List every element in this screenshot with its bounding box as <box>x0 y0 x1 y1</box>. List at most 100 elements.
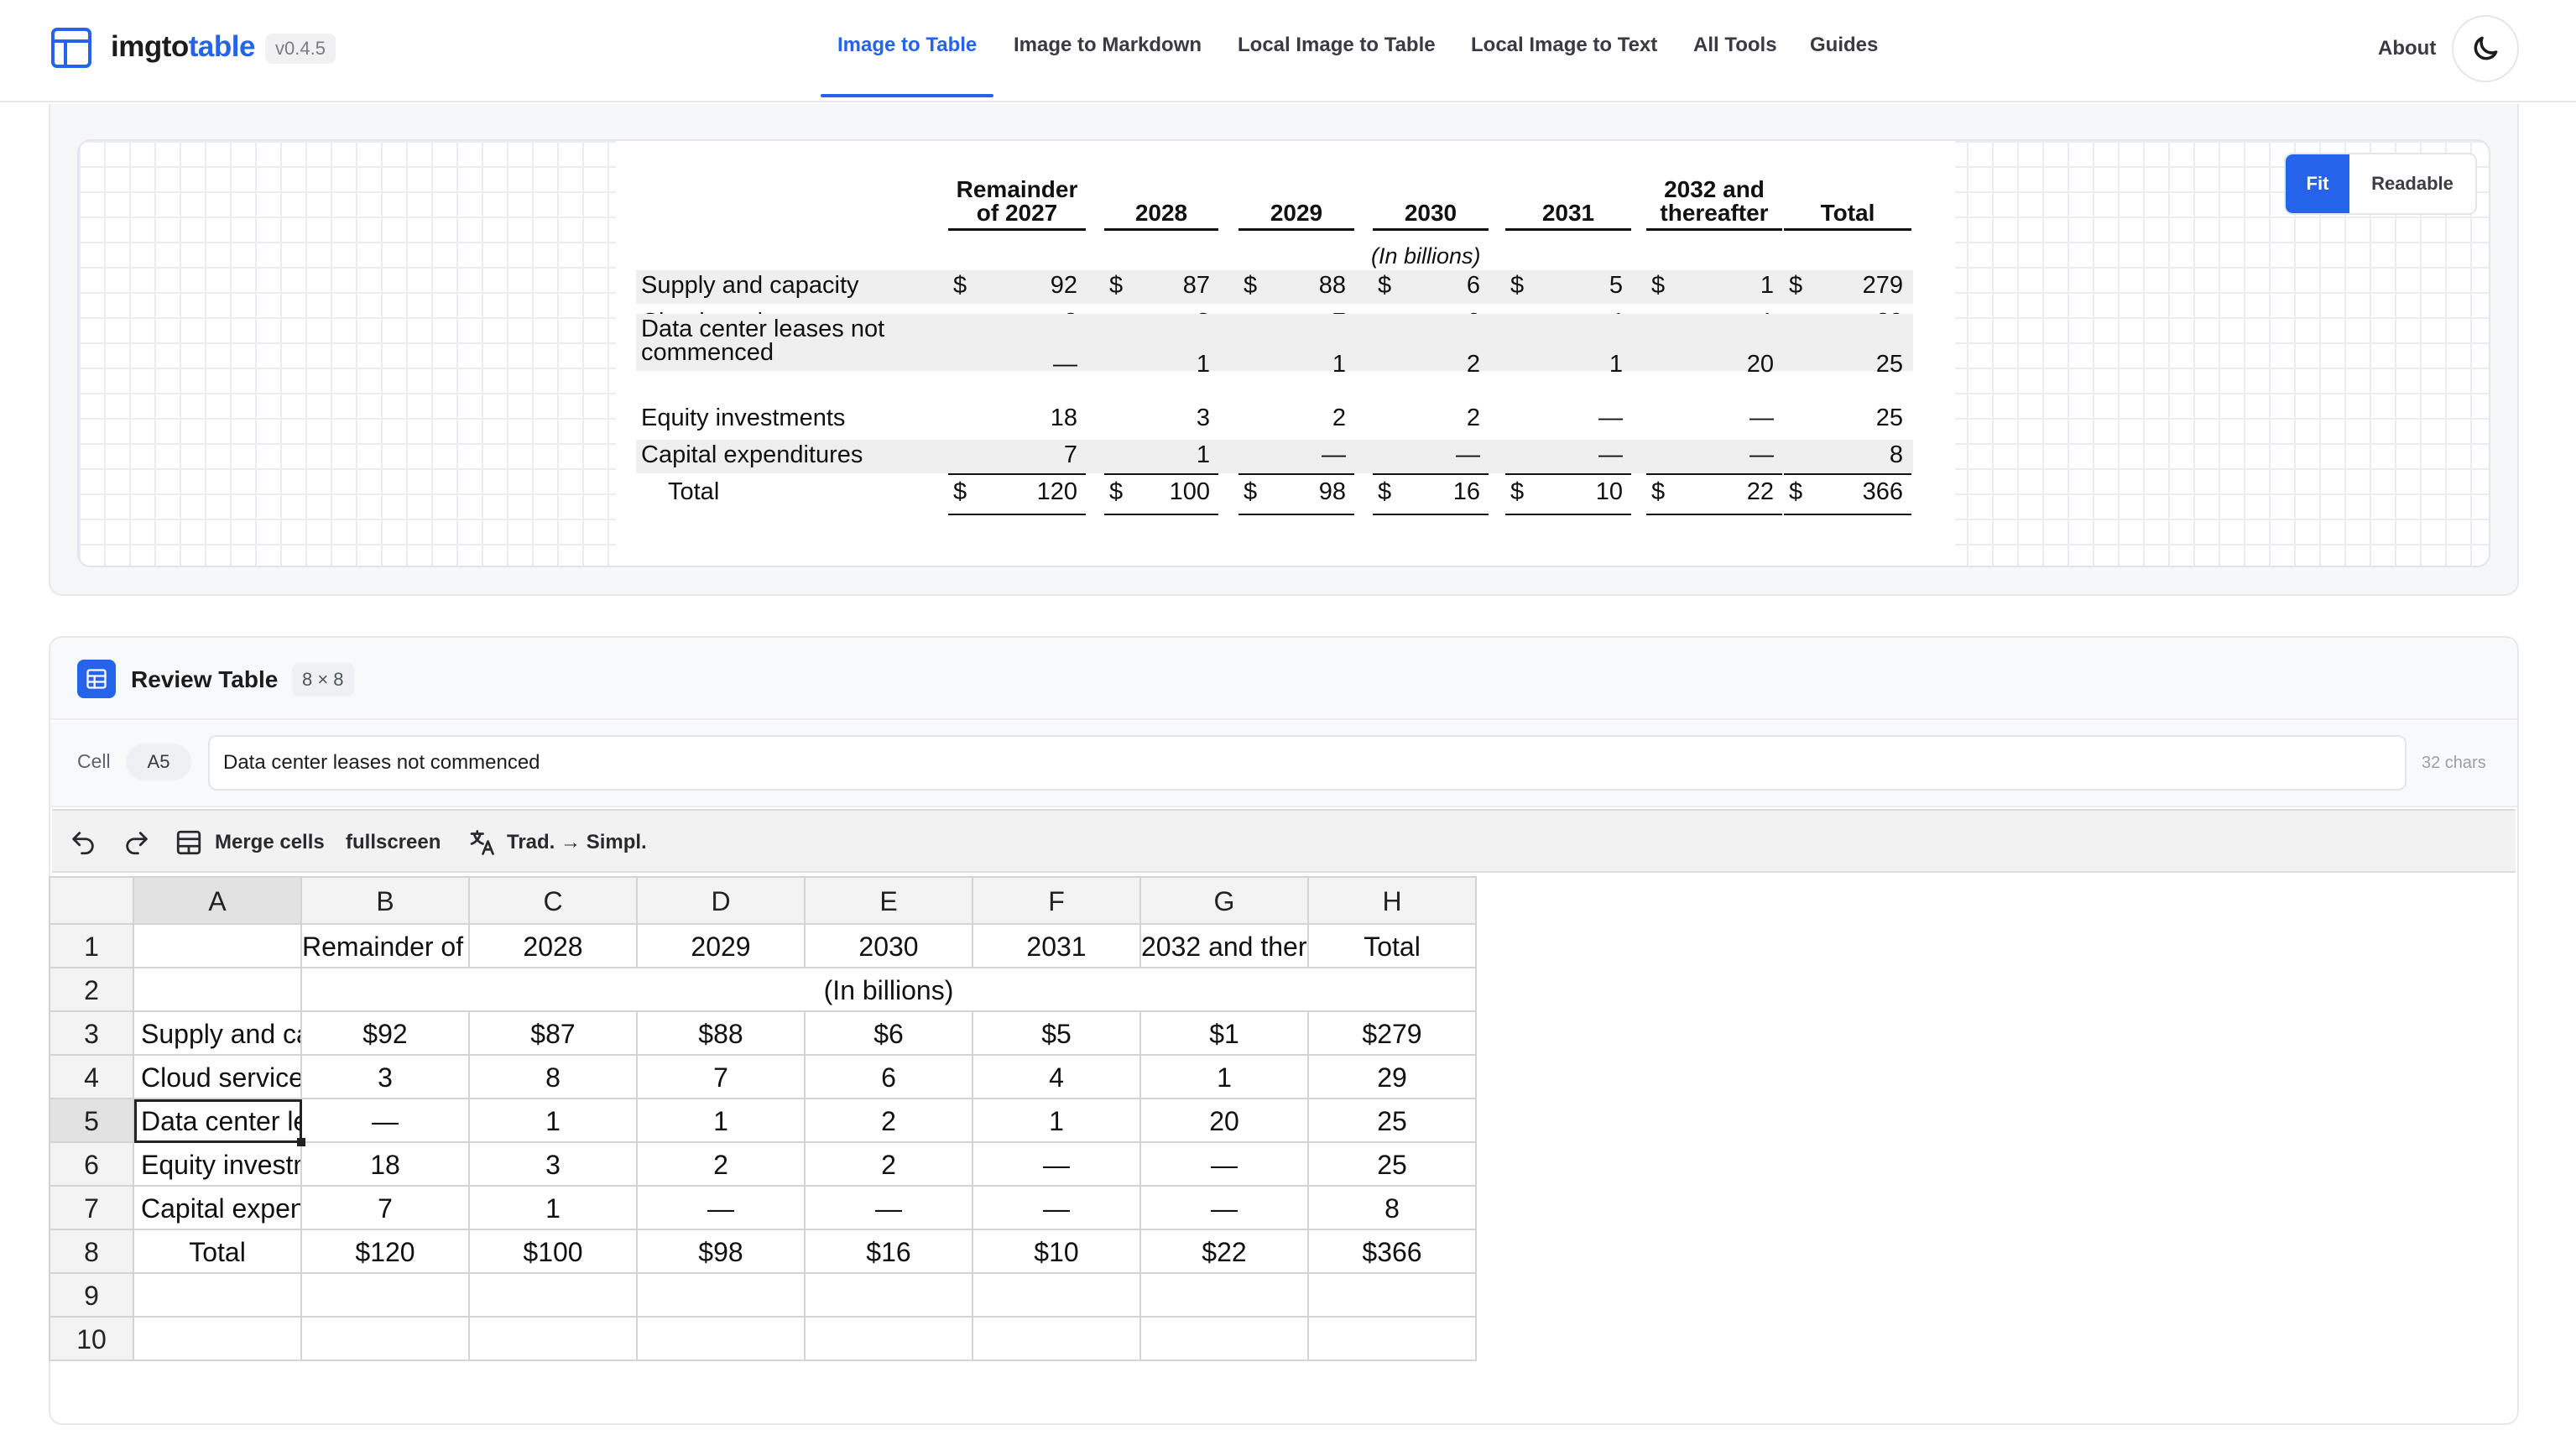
source-cell-value: 3 <box>1196 404 1210 431</box>
source-total-rule <box>1505 473 1631 475</box>
source-row-label: Data center leases not <box>641 316 885 342</box>
redo-button[interactable] <box>123 826 151 859</box>
source-total-rule <box>1505 514 1631 515</box>
source-cell-value: 25 <box>1875 351 1903 378</box>
table-size-badge: 8 × 8 <box>292 663 354 697</box>
source-total-rule <box>1104 514 1218 515</box>
source-total-rule <box>948 473 1086 475</box>
source-header-rule <box>948 228 1086 231</box>
nav-image-to-table[interactable]: Image to Table <box>837 34 977 57</box>
source-table-image: Remainder of 2027 2028 2029 2030 2031 2032 and… <box>616 141 1955 566</box>
source-cell-value: 22 <box>1746 478 1774 505</box>
cell-value-input[interactable]: Data center leases not commenced <box>208 735 2407 791</box>
trad-to-simpl-label: Trad. → Simpl. <box>507 831 647 853</box>
source-total-rule <box>1646 473 1782 475</box>
moon-icon <box>2474 36 2498 60</box>
fullscreen-label: fullscreen <box>346 831 441 853</box>
source-col-header: thereafter <box>1660 200 1769 226</box>
nav-local-image-to-text[interactable]: Local Image to Text <box>1471 34 1657 57</box>
undo-icon <box>72 832 94 855</box>
source-col-header: Total <box>1820 200 1875 226</box>
translate-icon <box>470 830 494 855</box>
source-header-rule <box>1104 228 1218 231</box>
fill-handle[interactable] <box>297 1138 305 1146</box>
source-dollar-sign: $ <box>1244 478 1258 505</box>
nav-all-tools[interactable]: All Tools <box>1693 34 1777 57</box>
source-dollar-sign: $ <box>1651 478 1666 505</box>
source-row-label: Equity investments <box>641 404 846 431</box>
main-nav: Image to Table Image to Markdown Local I… <box>0 34 2576 67</box>
source-header-rule <box>1373 228 1489 231</box>
source-cell-value: 1 <box>1332 351 1346 378</box>
source-dollar-sign: $ <box>953 478 967 505</box>
source-dollar-sign: $ <box>1789 478 1803 505</box>
source-cell-value: — <box>1749 404 1774 431</box>
source-row-label: Supply and capacity <box>641 272 859 299</box>
source-cell-value: 1 <box>1609 351 1623 378</box>
source-total-rule <box>1646 514 1782 515</box>
source-total-rule <box>1104 473 1218 475</box>
source-total-rule <box>1373 514 1489 515</box>
nav-guides[interactable]: Guides <box>1810 34 1878 57</box>
source-dollar-sign: $ <box>1244 272 1258 299</box>
source-dollar-sign: $ <box>1651 272 1666 299</box>
source-row-label: Total <box>668 478 720 505</box>
source-cell-value: — <box>1322 441 1346 468</box>
source-dollar-sign: $ <box>953 272 967 299</box>
source-dollar-sign: $ <box>1378 478 1392 505</box>
source-header-rule <box>1784 228 1911 231</box>
source-cell-value: 1 <box>1196 351 1210 378</box>
review-header: Review Table 8 × 8 <box>50 638 2517 720</box>
merge-cells-icon <box>176 830 201 855</box>
about-link[interactable]: About <box>2378 37 2436 60</box>
source-cell-value: 1 <box>1196 441 1210 468</box>
review-title: Review Table <box>131 666 279 692</box>
source-total-rule <box>1238 473 1354 475</box>
source-cell-value: 25 <box>1875 404 1903 431</box>
source-cell-value: 2 <box>1466 351 1480 378</box>
source-cell-value: 2 <box>1466 404 1480 431</box>
nav-local-image-to-table[interactable]: Local Image to Table <box>1238 34 1436 57</box>
source-cell-value: — <box>1598 404 1623 431</box>
source-total-rule <box>1784 514 1911 515</box>
theme-toggle-button[interactable] <box>2452 15 2519 82</box>
source-cell-value: 92 <box>1050 272 1077 299</box>
undo-button[interactable] <box>69 826 97 859</box>
trad-to-simpl-button[interactable]: Trad. → Simpl. <box>467 826 647 859</box>
fullscreen-button[interactable]: fullscreen <box>346 826 441 859</box>
top-navigation-bar: imgtotable v0.4.5 Image to Table Image t… <box>0 0 2576 102</box>
cell-reference: A5 <box>126 744 191 780</box>
merge-cells-button[interactable]: Merge cells <box>175 826 325 859</box>
readable-mode-button[interactable]: Readable <box>2349 154 2475 213</box>
merge-cells-label: Merge cells <box>215 831 325 853</box>
source-cell-value: — <box>1456 441 1480 468</box>
source-cell-value: 120 <box>1036 478 1077 505</box>
source-cell-value: — <box>1749 441 1774 468</box>
cell-label: Cell <box>77 750 111 772</box>
source-dollar-sign: $ <box>1789 272 1803 299</box>
nav-image-to-markdown[interactable]: Image to Markdown <box>1014 34 1202 57</box>
fit-mode-button[interactable]: Fit <box>2286 154 2349 213</box>
sheet-toolbar: Merge cells fullscreen Trad. → Simpl. <box>52 809 2516 873</box>
source-row-label: Capital expenditures <box>641 441 863 468</box>
active-nav-indicator <box>821 94 993 97</box>
redo-icon <box>126 832 148 855</box>
source-col-header: Remainder <box>956 176 1078 202</box>
source-col-header: 2032 and <box>1664 176 1765 202</box>
sheet-outline <box>49 876 1477 1361</box>
source-cell-value: 8 <box>1889 441 1903 468</box>
source-cell-value: 1 <box>1760 272 1774 299</box>
source-header-rule <box>1505 228 1631 231</box>
source-cell-value: 18 <box>1050 404 1077 431</box>
source-col-header: 2030 <box>1404 200 1457 226</box>
source-dollar-sign: $ <box>1510 272 1525 299</box>
source-total-rule <box>1238 514 1354 515</box>
source-cell-value: 7 <box>1063 441 1077 468</box>
cell-editor-bar: Cell A5 Data center leases not commenced… <box>50 722 2517 807</box>
source-header-rule <box>1238 228 1354 231</box>
source-dollar-sign: $ <box>1109 478 1124 505</box>
view-mode-toggle: Fit Readable <box>2284 153 2477 215</box>
char-count: 32 chars <box>2422 754 2486 772</box>
source-col-header: 2031 <box>1541 200 1595 226</box>
source-units-note: (In billions) <box>1371 243 1481 269</box>
